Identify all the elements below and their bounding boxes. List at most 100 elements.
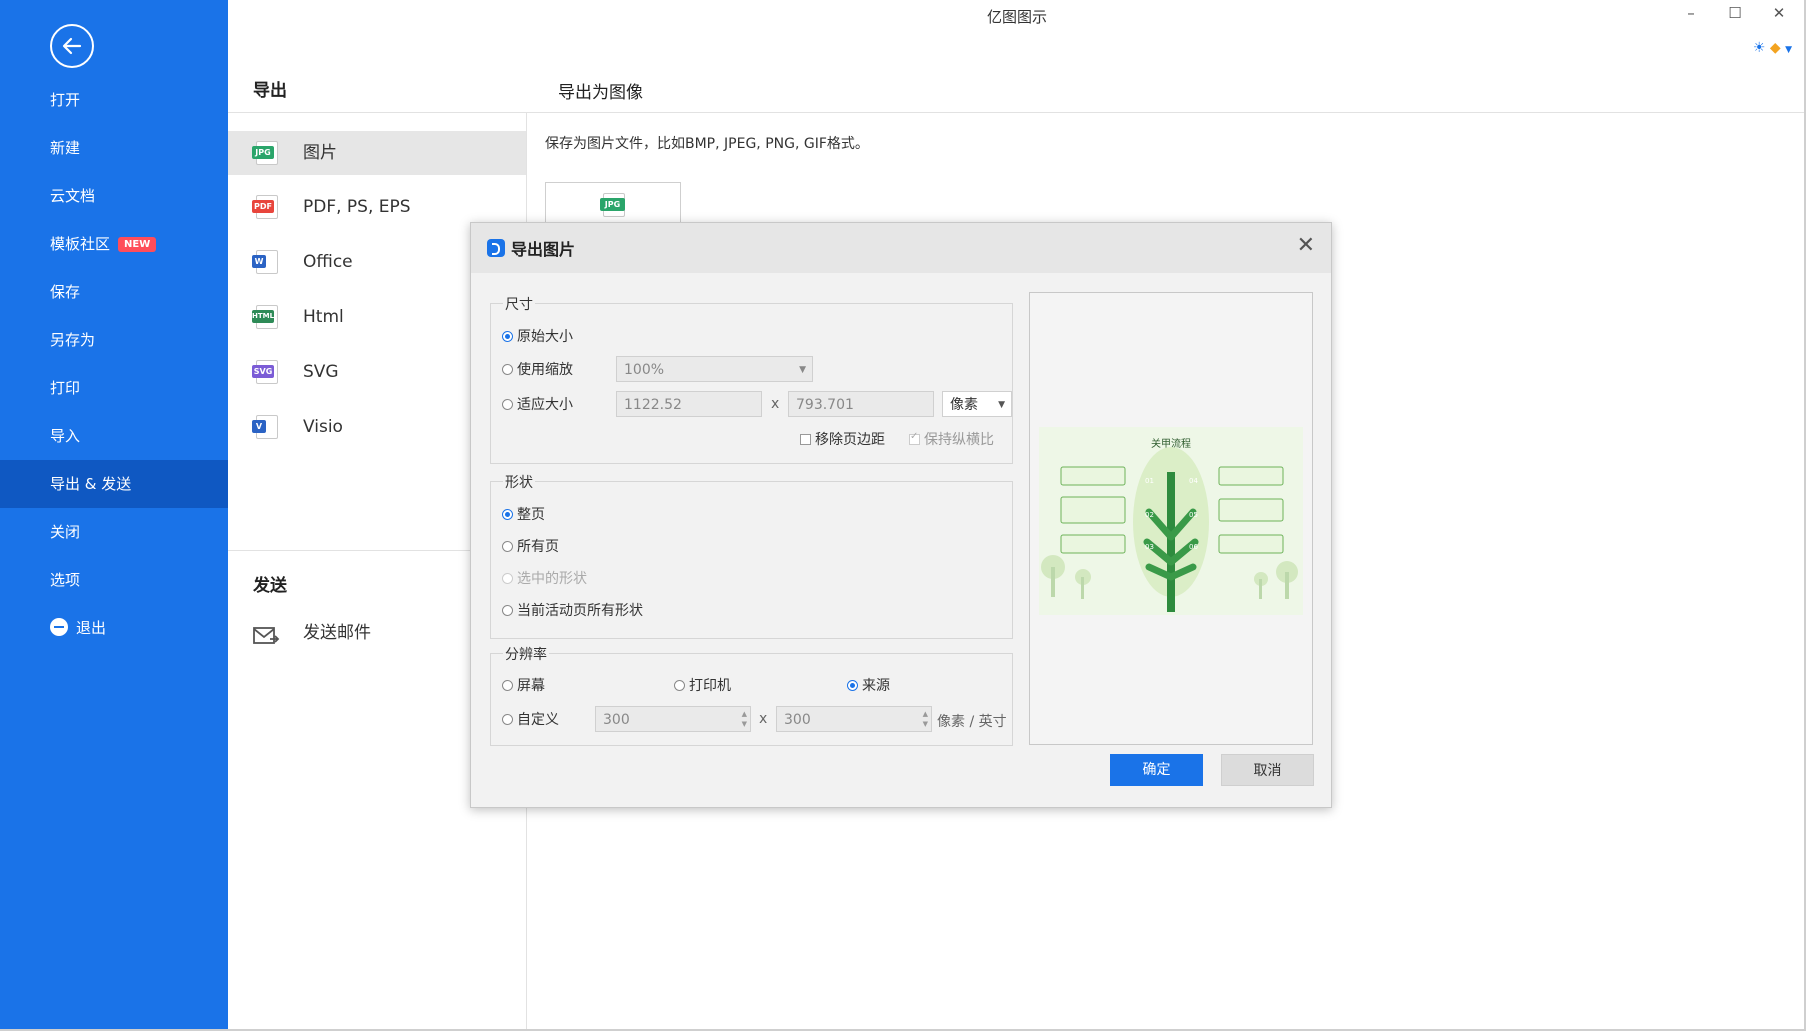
minus-circle-icon bbox=[50, 617, 68, 636]
sidebar-item-label: 导入 bbox=[50, 427, 81, 445]
whole-page-radio[interactable]: 整页 bbox=[502, 504, 545, 524]
resolution-unit-label: 像素 / 英寸 bbox=[937, 714, 1007, 730]
keep-ratio-checkbox[interactable]: 保持纵横比 bbox=[909, 429, 994, 449]
minimize-button[interactable]: – bbox=[1676, 4, 1706, 22]
sidebar-item-import[interactable]: 导入 bbox=[0, 412, 228, 460]
resolution-group: 分辨率 屏幕 打印机 来源 自定义 300 ▲ ▼ x 300 ▲ ▼ 像素 / 英寸 bbox=[490, 644, 1013, 746]
maximize-button[interactable]: ☐ bbox=[1720, 4, 1750, 22]
app-logo-icon bbox=[487, 239, 505, 257]
back-arrow-icon[interactable] bbox=[50, 24, 94, 68]
source-radio[interactable]: 来源 bbox=[847, 675, 890, 695]
visio-file-icon: V bbox=[252, 415, 278, 439]
fit-size-radio[interactable]: 适应大小 bbox=[502, 394, 573, 414]
size-group-label: 尺寸 bbox=[503, 294, 535, 314]
theme-sun-icon[interactable]: ☀ bbox=[1753, 40, 1766, 56]
preview-panel: 关甲流程 01 02 03 04 05 06 bbox=[1029, 292, 1313, 745]
sidebar-item-label: 另存为 bbox=[50, 331, 96, 349]
sidebar-item-label: 关闭 bbox=[50, 523, 81, 541]
preview-marker: 05 bbox=[1189, 511, 1198, 519]
backstage-sidebar: 打开 新建 云文档 模板社区 NEW 保存 另存为 打印 导入 导出 & 发送 关… bbox=[0, 0, 228, 1031]
tree-diagram-graphic bbox=[1041, 447, 1298, 612]
sidebar-item-print[interactable]: 打印 bbox=[0, 364, 228, 412]
sidebar-item-label: 模板社区 bbox=[50, 235, 111, 253]
cancel-button[interactable]: 取消 bbox=[1221, 754, 1314, 786]
chevron-down-icon[interactable]: ▼ bbox=[1785, 45, 1792, 55]
sidebar-item-save[interactable]: 保存 bbox=[0, 268, 228, 316]
diagram-preview: 关甲流程 01 02 03 04 05 06 bbox=[1039, 427, 1303, 615]
send-heading: 发送 bbox=[253, 576, 287, 596]
preview-marker: 04 bbox=[1189, 477, 1198, 485]
sidebar-item-label: 退出 bbox=[76, 619, 107, 637]
sidebar-item-save-as[interactable]: 另存为 bbox=[0, 316, 228, 364]
dialog-title: 导出图片 bbox=[511, 240, 576, 259]
sidebar-item-label: 打开 bbox=[50, 91, 81, 109]
close-window-button[interactable]: ✕ bbox=[1764, 4, 1794, 22]
times-sign: x bbox=[771, 396, 780, 412]
export-image-heading: 导出为图像 bbox=[558, 83, 643, 103]
svg-file-icon: SVG bbox=[252, 360, 278, 384]
all-pages-radio[interactable]: 所有页 bbox=[502, 536, 559, 556]
spinner-icon: ▲ ▼ bbox=[922, 710, 928, 728]
format-item-label: Visio bbox=[303, 417, 343, 437]
sidebar-item-exit[interactable]: 退出 bbox=[0, 604, 228, 652]
send-email-label: 发送邮件 bbox=[303, 623, 371, 643]
new-badge: NEW bbox=[118, 237, 157, 252]
jpg-file-icon: JPG bbox=[600, 193, 628, 217]
preview-marker: 03 bbox=[1145, 543, 1154, 551]
unit-select[interactable]: 像素 ▼ bbox=[942, 391, 1012, 417]
shape-group-label: 形状 bbox=[503, 472, 535, 492]
sidebar-item-label: 云文档 bbox=[50, 187, 96, 205]
use-zoom-radio[interactable]: 使用缩放 bbox=[502, 359, 573, 379]
word-file-icon: W bbox=[252, 250, 278, 274]
format-item-label: Office bbox=[303, 252, 353, 272]
export-heading: 导出 bbox=[253, 81, 287, 101]
height-input[interactable]: 793.701 bbox=[788, 391, 934, 417]
export-image-description: 保存为图片文件，比如BMP, JPEG, PNG, GIF格式。 bbox=[545, 136, 869, 152]
pdf-file-icon: PDF bbox=[252, 195, 278, 219]
spinner-icon: ▲ ▼ bbox=[741, 710, 747, 728]
remove-margin-checkbox[interactable]: 移除页边距 bbox=[800, 429, 885, 449]
format-item-image[interactable]: JPG 图片 bbox=[228, 131, 526, 175]
zoom-select[interactable]: 100% ▼ bbox=[616, 356, 813, 382]
format-item-label: SVG bbox=[303, 362, 339, 382]
screen-radio[interactable]: 屏幕 bbox=[502, 675, 545, 695]
original-size-radio[interactable]: 原始大小 bbox=[502, 326, 573, 346]
printer-radio[interactable]: 打印机 bbox=[674, 675, 731, 695]
format-item-label: 图片 bbox=[303, 143, 337, 163]
selected-shapes-radio[interactable]: 选中的形状 bbox=[502, 568, 587, 588]
sidebar-item-label: 新建 bbox=[50, 139, 81, 157]
size-group: 尺寸 原始大小 使用缩放 100% ▼ 适应大小 1122.52 x 793.70… bbox=[490, 294, 1013, 464]
premium-diamond-icon[interactable]: ◆ bbox=[1770, 40, 1781, 56]
times-sign: x bbox=[759, 711, 768, 727]
custom-radio[interactable]: 自定义 bbox=[502, 709, 559, 729]
resolution-y-input[interactable]: 300 ▲ ▼ bbox=[776, 706, 932, 732]
resolution-group-label: 分辨率 bbox=[503, 644, 549, 664]
window-title: 亿图图示 bbox=[986, 8, 1047, 26]
format-item-label: PDF, PS, EPS bbox=[303, 197, 411, 217]
dialog-header: 导出图片 ✕ bbox=[471, 223, 1331, 273]
jpg-file-icon: JPG bbox=[252, 141, 278, 165]
preview-marker: 02 bbox=[1145, 511, 1154, 519]
sidebar-item-label: 保存 bbox=[50, 283, 81, 301]
width-input[interactable]: 1122.52 bbox=[616, 391, 762, 417]
mail-send-icon bbox=[252, 621, 280, 645]
sidebar-item-close[interactable]: 关闭 bbox=[0, 508, 228, 556]
sidebar-item-open[interactable]: 打开 bbox=[0, 76, 228, 124]
sidebar-item-options[interactable]: 选项 bbox=[0, 556, 228, 604]
resolution-x-input[interactable]: 300 ▲ ▼ bbox=[595, 706, 751, 732]
active-page-shapes-radio[interactable]: 当前活动页所有形状 bbox=[502, 600, 643, 620]
top-right-icons: ☀ ◆ ▼ bbox=[1753, 40, 1792, 56]
close-icon[interactable]: ✕ bbox=[1297, 233, 1315, 258]
ok-button[interactable]: 确定 bbox=[1110, 754, 1203, 786]
preview-marker: 01 bbox=[1145, 477, 1154, 485]
sidebar-item-cloud-docs[interactable]: 云文档 bbox=[0, 172, 228, 220]
sidebar-item-export-send[interactable]: 导出 & 发送 bbox=[0, 460, 228, 508]
sidebar-item-label: 导出 & 发送 bbox=[50, 475, 132, 493]
export-image-dialog: 导出图片 ✕ 尺寸 原始大小 使用缩放 100% ▼ 适应大小 1122.52 x… bbox=[470, 222, 1332, 808]
sidebar-item-new[interactable]: 新建 bbox=[0, 124, 228, 172]
chevron-down-icon: ▼ bbox=[998, 400, 1005, 410]
format-item-label: Html bbox=[303, 307, 344, 327]
shape-group: 形状 整页 所有页 选中的形状 当前活动页所有形状 bbox=[490, 472, 1013, 639]
sidebar-item-label: 选项 bbox=[50, 571, 81, 589]
sidebar-item-template-community[interactable]: 模板社区 NEW bbox=[0, 220, 228, 268]
